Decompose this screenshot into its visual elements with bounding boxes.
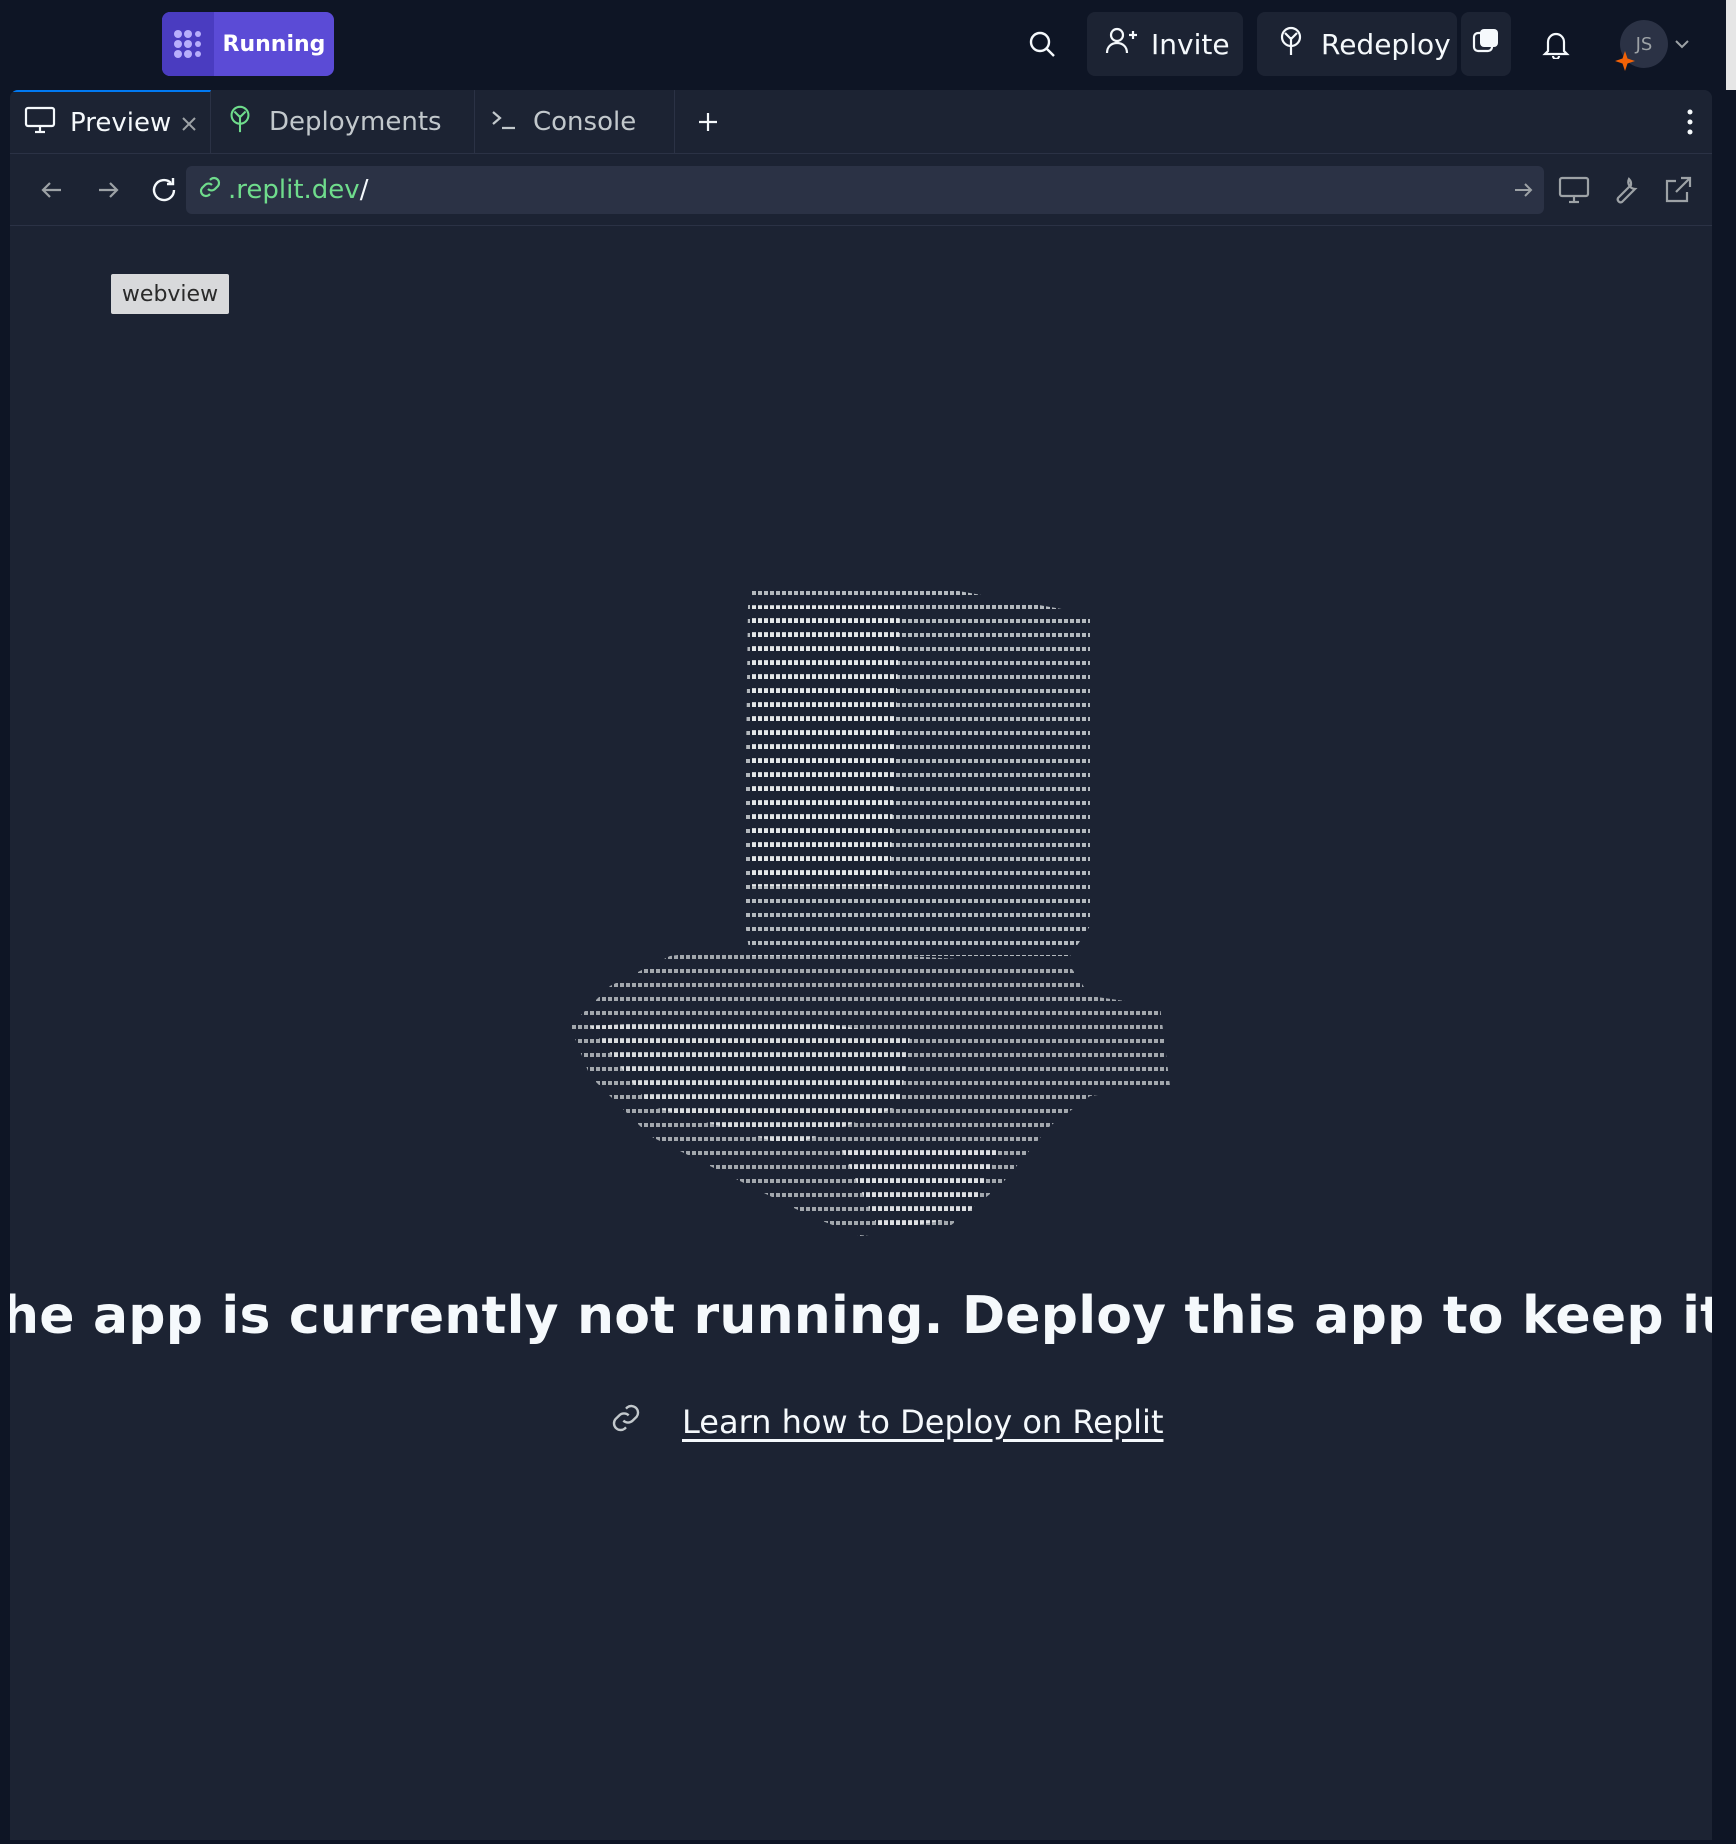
webview-tag: webview bbox=[111, 274, 229, 314]
url-path: / bbox=[359, 175, 369, 205]
invite-label: Invite bbox=[1151, 27, 1230, 61]
invite-button[interactable]: Invite bbox=[1087, 12, 1243, 76]
deploy-icon bbox=[225, 104, 255, 141]
open-new-window-icon[interactable] bbox=[1656, 168, 1700, 212]
multiplayer-button[interactable] bbox=[1461, 12, 1511, 76]
bell-icon[interactable] bbox=[1534, 22, 1578, 66]
url-input[interactable]: .replit.dev / bbox=[186, 166, 1544, 214]
terminal-icon bbox=[489, 104, 519, 141]
forward-arrow-icon[interactable] bbox=[86, 168, 130, 212]
run-button[interactable]: Running bbox=[162, 12, 334, 76]
search-icon[interactable] bbox=[1020, 22, 1064, 66]
tab-bar: Preview Deployments Console bbox=[10, 90, 1712, 154]
more-options-icon[interactable] bbox=[1668, 100, 1712, 144]
tab-deployments[interactable]: Deployments bbox=[211, 90, 475, 154]
refresh-icon[interactable] bbox=[142, 168, 186, 212]
monitor-icon bbox=[24, 105, 56, 142]
tab-label: Deployments bbox=[269, 107, 442, 137]
preview-pane: Preview Deployments Console .replit.dev … bbox=[10, 90, 1712, 1840]
window-scrollbar[interactable] bbox=[1726, 0, 1736, 90]
redeploy-label: Redeploy bbox=[1321, 27, 1451, 61]
avatar-initials: JS bbox=[1635, 33, 1653, 55]
chevron-down-icon[interactable] bbox=[1666, 22, 1698, 66]
top-bar: Running Invite Redeploy JS bbox=[0, 0, 1736, 90]
device-preview-icon[interactable] bbox=[1552, 168, 1596, 212]
add-user-icon bbox=[1105, 25, 1137, 64]
not-running-message: he app is currently not running. Deploy … bbox=[10, 1286, 1712, 1346]
deploy-icon bbox=[1275, 25, 1307, 64]
learn-deploy-row: Learn how to Deploy on Replit bbox=[610, 1402, 1163, 1442]
back-arrow-icon[interactable] bbox=[30, 168, 74, 212]
stacked-windows-icon bbox=[1471, 26, 1501, 63]
learn-deploy-link[interactable]: Learn how to Deploy on Replit bbox=[682, 1403, 1163, 1441]
tab-label: Preview bbox=[70, 108, 172, 138]
go-arrow-icon[interactable] bbox=[1506, 168, 1540, 212]
tab-console[interactable]: Console bbox=[475, 90, 675, 154]
link-icon bbox=[198, 175, 222, 206]
close-icon[interactable] bbox=[178, 112, 200, 134]
ascii-art-image bbox=[570, 586, 1170, 1236]
devtools-wrench-icon[interactable] bbox=[1604, 168, 1648, 212]
new-tab-plus-icon[interactable] bbox=[686, 100, 730, 144]
run-button-label: Running bbox=[222, 31, 326, 57]
url-domain: .replit.dev bbox=[228, 175, 360, 205]
replit-logo-icon bbox=[162, 12, 214, 76]
link-icon bbox=[610, 1402, 642, 1442]
url-bar: .replit.dev / bbox=[10, 154, 1712, 226]
tab-label: Console bbox=[533, 107, 637, 137]
spark-icon bbox=[1614, 50, 1636, 72]
webview-content: webview he app is currently not running.… bbox=[10, 226, 1712, 1840]
tab-preview[interactable]: Preview bbox=[10, 90, 211, 154]
redeploy-button[interactable]: Redeploy bbox=[1257, 12, 1457, 76]
